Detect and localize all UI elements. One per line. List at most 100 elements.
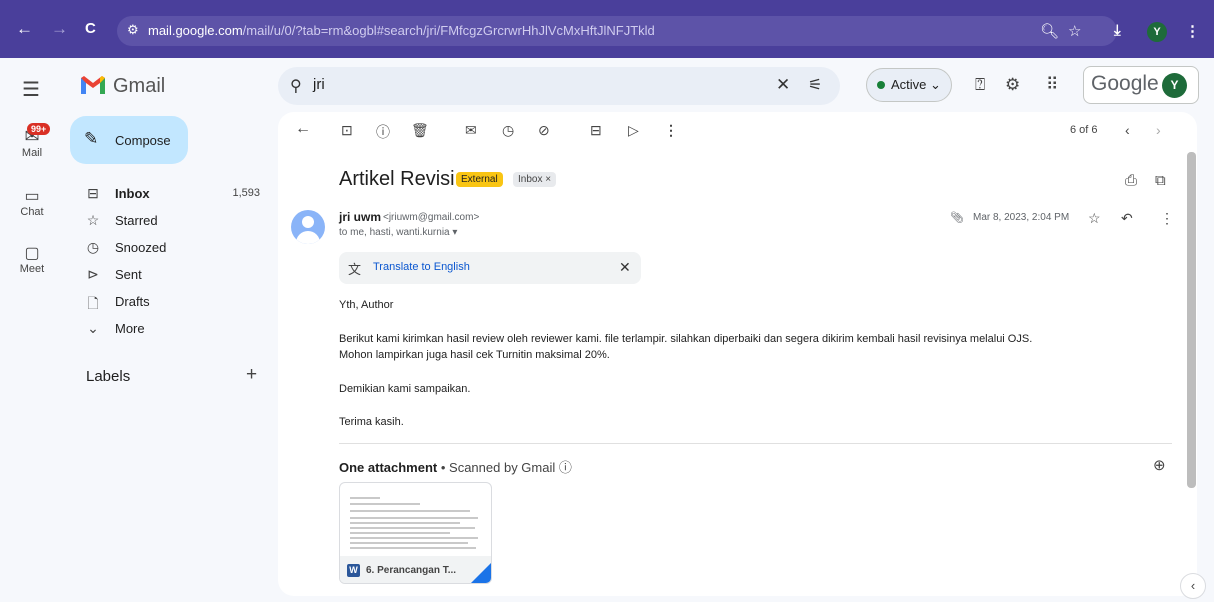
scrollbar-thumb[interactable]: [1187, 152, 1196, 488]
gmail-logo-icon[interactable]: [80, 74, 106, 96]
doc-preview-line: [350, 510, 470, 512]
settings-gear-icon[interactable]: ⚙: [1005, 75, 1020, 95]
attachment-header: One attachment • Scanned by Gmail ⓘ: [339, 457, 572, 476]
site-info-icon[interactable]: ⚙: [127, 22, 139, 38]
delete-icon[interactable]: 🗑︎: [411, 122, 429, 139]
reply-icon[interactable]: ↶: [1121, 210, 1133, 227]
sender-name[interactable]: jri uwm: [339, 210, 381, 224]
newer-chevron-icon[interactable]: ‹: [1125, 122, 1130, 138]
sidebar-item-label: Starred: [115, 213, 158, 228]
browser-menu-icon[interactable]: ⋮: [1185, 22, 1200, 40]
rail-mail-label: Mail: [21, 147, 43, 159]
pencil-icon: ✎: [84, 129, 99, 148]
mark-unread-icon[interactable]: ✉: [465, 122, 477, 139]
rail-meet[interactable]: ▢ Meet: [0, 243, 64, 275]
browser-profile-avatar[interactable]: Y: [1147, 22, 1167, 42]
attachment-footer: W 6. Perancangan T...: [340, 556, 491, 583]
search-options-icon[interactable]: ⚟: [808, 75, 822, 95]
gmail-wordmark[interactable]: Gmail: [113, 75, 165, 98]
browser-reload-icon[interactable]: C: [85, 20, 96, 38]
sidebar-item-starred[interactable]: ☆ Starred: [86, 211, 266, 233]
inbox-icon: ⊟: [87, 185, 99, 201]
sidebar-item-label: More: [115, 321, 145, 336]
label-icon[interactable]: ▷: [628, 122, 639, 139]
body-closing: Demikian kami sampaikan.: [339, 383, 471, 395]
rail-chat[interactable]: ▭ Chat: [0, 186, 64, 218]
clock-icon: ◷: [86, 239, 100, 255]
move-to-icon[interactable]: ⊟: [590, 122, 602, 139]
rail-chat-label: Chat: [20, 206, 44, 218]
main-menu-icon[interactable]: ☰: [22, 77, 40, 102]
sidebar-item-label: Snoozed: [115, 240, 167, 255]
sidebar-item-label: Sent: [115, 267, 142, 282]
doc-preview-line: [350, 532, 450, 534]
doc-preview-line: [350, 503, 420, 505]
browser-toolbar: ← → C ⚙ mail.google.com/mail/u/0/?tab=rm…: [0, 0, 1214, 58]
status-label[interactable]: Active ⌄: [891, 77, 941, 93]
back-to-list-icon[interactable]: ←: [295, 120, 311, 138]
sender-avatar: [291, 210, 325, 244]
url-path: /mail/u/0/?tab=rm&ogbl#search/jri/FMfcgz…: [242, 23, 655, 38]
body-paragraph-line: Mohon lampirkan juga hasil cek Turnitin …: [339, 349, 610, 361]
older-chevron-icon[interactable]: ›: [1156, 122, 1161, 138]
search-icon[interactable]: ⚲: [290, 76, 302, 96]
recipients-line[interactable]: to me, hasti, wanti.kurnia ▾: [339, 227, 457, 238]
divider: [339, 443, 1172, 444]
sender-email: <jriuwm@gmail.com>: [383, 212, 480, 223]
translate-link[interactable]: Translate to English: [373, 261, 470, 273]
sidebar-item-more[interactable]: ⌄ More: [86, 319, 266, 341]
sidebar-item-inbox[interactable]: ⊟ Inbox 1,593: [86, 184, 266, 206]
rail-meet-label: Meet: [19, 263, 45, 275]
message-more-icon[interactable]: ⋮: [1160, 210, 1174, 227]
snooze-icon[interactable]: ◷: [502, 122, 514, 139]
open-new-window-icon[interactable]: ⧉: [1155, 172, 1166, 189]
doc-preview-line: [350, 537, 478, 539]
browser-back-icon[interactable]: ←: [16, 20, 33, 38]
star-icon: ☆: [86, 212, 100, 228]
send-icon: ⊳: [87, 266, 99, 282]
more-actions-icon[interactable]: ⋮: [664, 122, 678, 139]
word-file-icon: W: [347, 564, 360, 577]
help-icon[interactable]: ⍰: [975, 75, 985, 95]
unread-badge: 99+: [27, 123, 51, 135]
google-wordmark[interactable]: Google: [1091, 72, 1159, 96]
doc-preview-line: [350, 497, 380, 499]
body-signoff: Terima kasih.: [339, 416, 404, 428]
print-icon[interactable]: ⎙: [1125, 172, 1137, 189]
clear-search-icon[interactable]: ✕: [776, 75, 790, 95]
attachment-clip-icon: 📎︎: [950, 212, 964, 224]
add-task-icon[interactable]: ⊘: [538, 122, 550, 139]
zoom-icon[interactable]: 🔍︎: [1040, 22, 1059, 40]
chevron-down-icon: ⌄: [87, 320, 99, 336]
sidebar-item-snoozed[interactable]: ◷ Snoozed: [86, 238, 266, 260]
side-panel-toggle-icon[interactable]: ‹: [1180, 573, 1206, 599]
message-date: Mar 8, 2023, 2:04 PM: [973, 212, 1070, 223]
doc-corner-icon: [471, 563, 491, 583]
external-tag: External: [456, 172, 503, 187]
add-to-drive-icon[interactable]: ⊕: [1153, 456, 1166, 474]
archive-icon[interactable]: ⊡: [341, 122, 353, 139]
report-spam-icon[interactable]: ⓘ: [376, 122, 390, 142]
sidebar-item-sent[interactable]: ⊳ Sent: [86, 265, 266, 287]
attachment-card[interactable]: W 6. Perancangan T...: [339, 482, 492, 584]
sidebar-item-label: Drafts: [115, 294, 150, 309]
download-icon[interactable]: ⤓: [1114, 22, 1121, 39]
body-greeting: Yth, Author: [339, 299, 394, 311]
sidebar-item-drafts[interactable]: 🗋 Drafts: [86, 292, 266, 314]
star-icon[interactable]: ☆: [1088, 210, 1101, 227]
inbox-label-tag[interactable]: Inbox ×: [513, 172, 557, 187]
close-icon[interactable]: ✕: [619, 259, 631, 276]
url-domain: mail.google.com: [148, 23, 243, 38]
apps-grid-icon[interactable]: ⠿: [1046, 75, 1058, 95]
draft-icon: 🗋: [87, 295, 99, 311]
pager-count: 6 of 6: [1070, 124, 1098, 136]
bookmark-star-icon[interactable]: ☆: [1068, 22, 1081, 40]
browser-forward-icon[interactable]: →: [51, 20, 68, 38]
doc-preview-line: [350, 527, 475, 529]
search-input[interactable]: jri: [313, 76, 325, 93]
status-dot: [877, 81, 885, 89]
url-text[interactable]: mail.google.com/mail/u/0/?tab=rm&ogbl#se…: [148, 23, 655, 38]
search-bar[interactable]: [278, 67, 840, 105]
add-label-icon[interactable]: +: [246, 364, 257, 386]
account-avatar[interactable]: Y: [1162, 73, 1187, 98]
